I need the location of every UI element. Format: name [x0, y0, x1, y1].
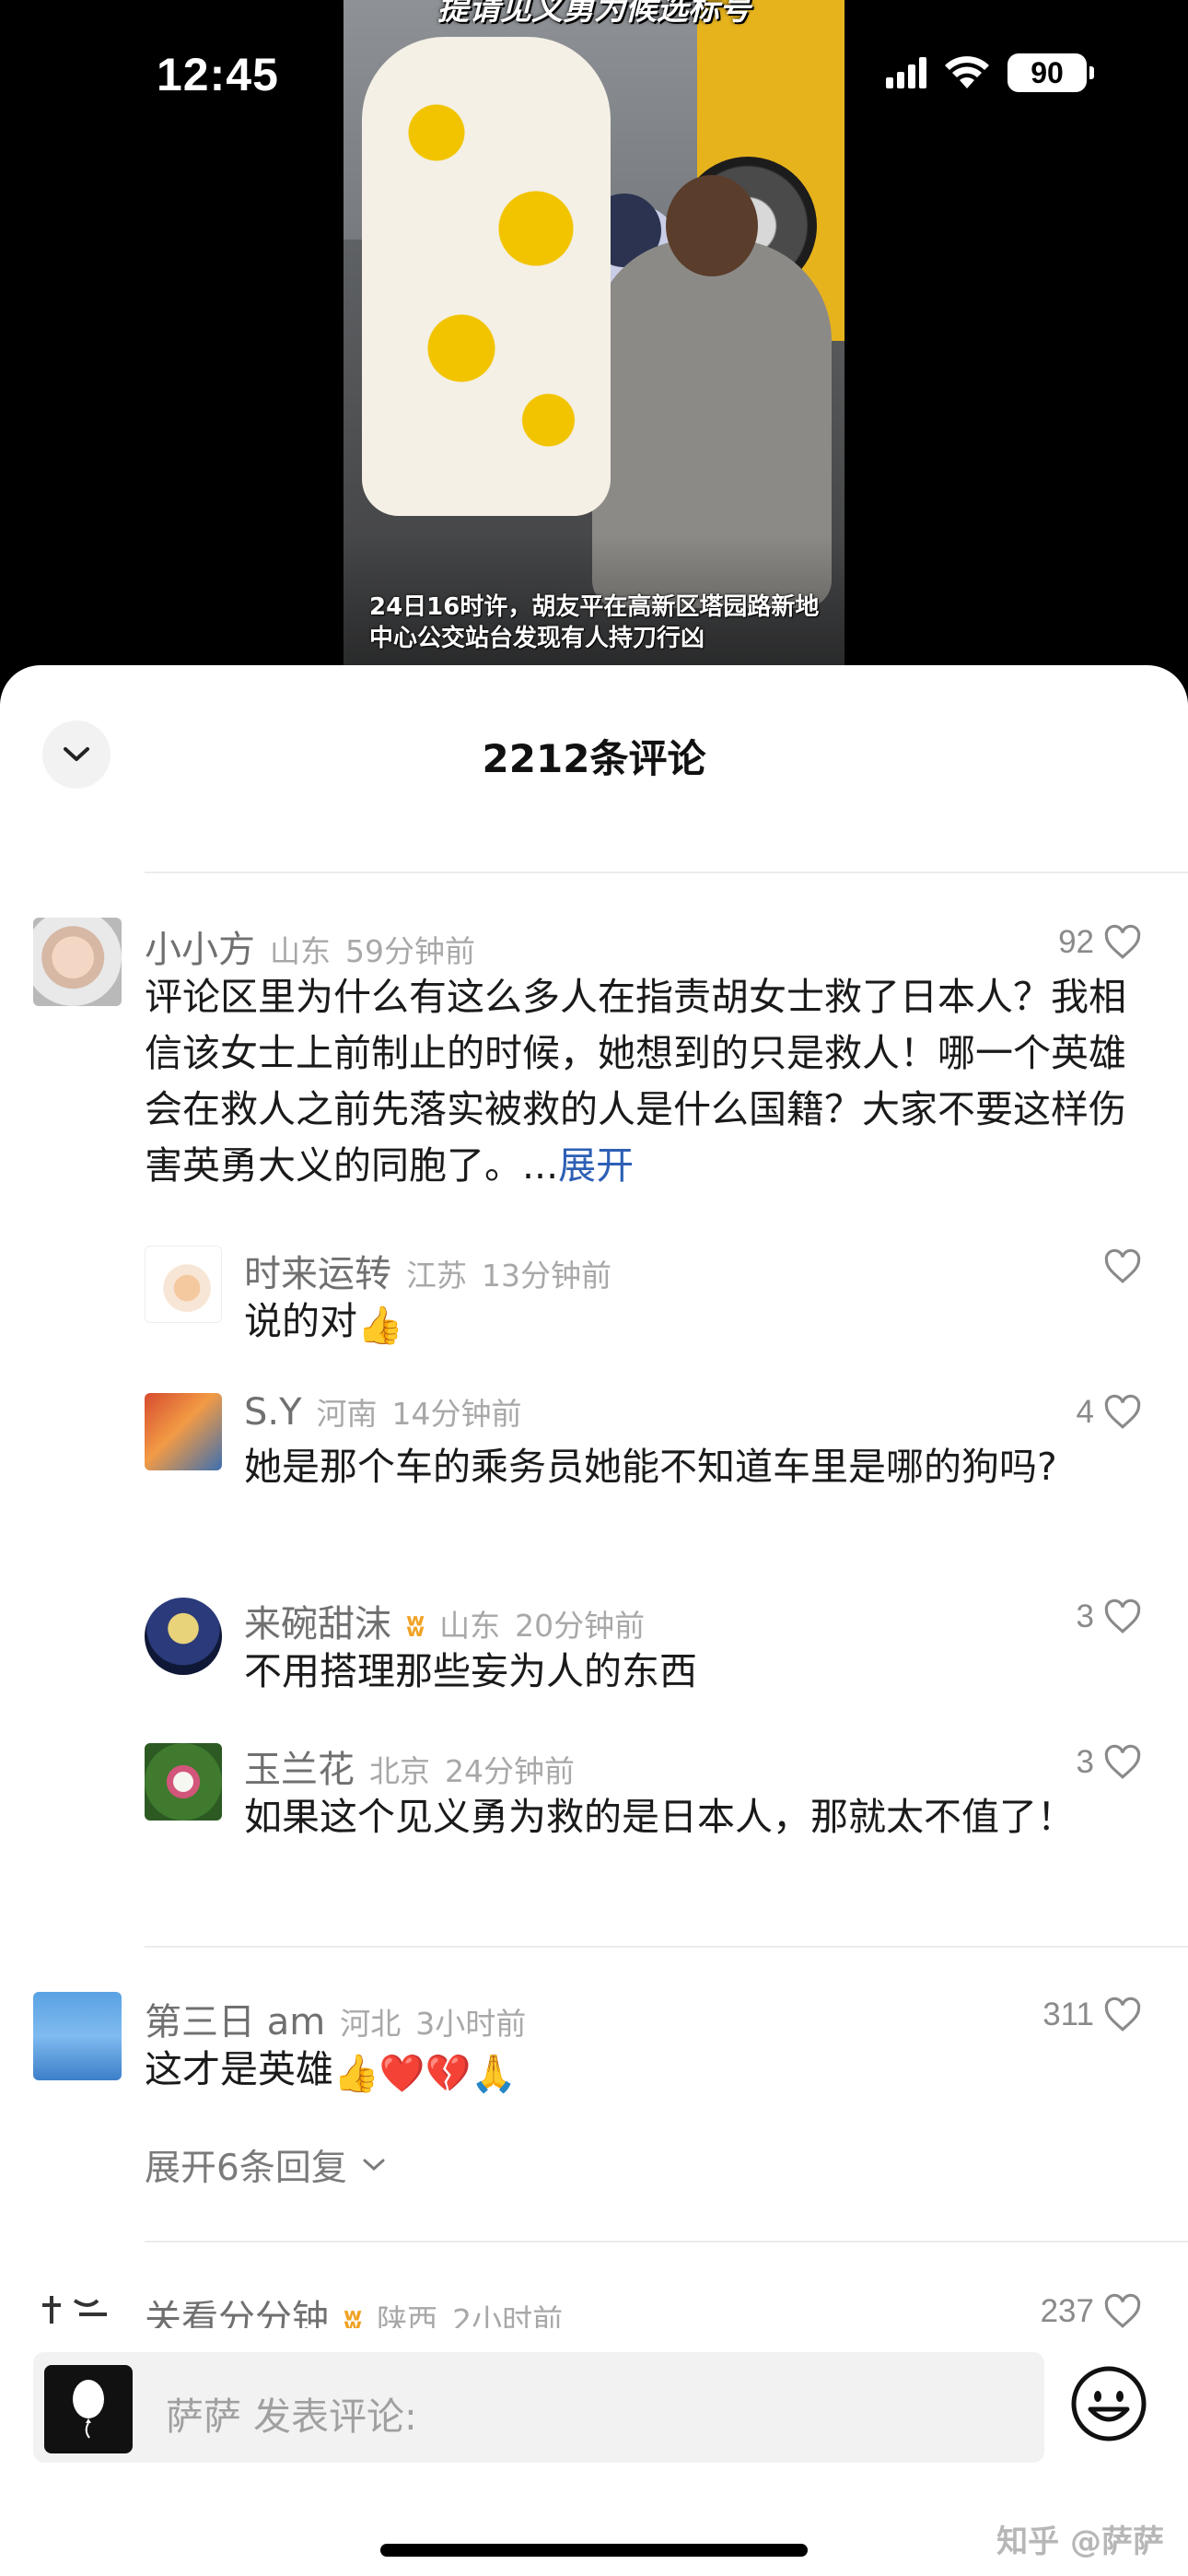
- home-indicator[interactable]: [380, 2544, 808, 2557]
- comment-author[interactable]: 小小方: [145, 919, 255, 973]
- reply-location: 河南: [316, 1396, 378, 1432]
- video-top-caption: 提请见义勇为候选标号: [437, 0, 751, 28]
- comment-text: 评论区里为什么有这么多人在指责胡女士救了日本人？我相信该女士上前制止的时候，她想…: [145, 969, 1139, 1194]
- video-subtitle: 24日16时许，胡友平在高新区塔园路新地中心公交站台发现有人持刀行凶: [369, 593, 820, 652]
- comment-location: 山东: [270, 933, 331, 969]
- like-button[interactable]: 3: [1077, 1743, 1142, 1782]
- expand-replies-button[interactable]: 展开6条回复: [145, 2139, 386, 2191]
- reply-meta: S.Y 河南 14分钟前: [244, 1389, 522, 1434]
- expand-replies-label: 展开6条回复: [145, 2148, 347, 2189]
- comment-input-placeholder: 萨萨 发表评论:: [166, 2395, 417, 2439]
- heart-icon: [1104, 1598, 1141, 1633]
- reply-text: 说的对👍: [244, 1294, 1128, 1354]
- reply-meta: 来碗甜沫 ʬ 山东 20分钟前: [244, 1594, 645, 1647]
- avatar[interactable]: [145, 1743, 222, 1821]
- expand-text-link[interactable]: 展开: [558, 1143, 634, 1188]
- heart-icon: [1104, 1996, 1141, 2032]
- comment-count-title: 2212条评论: [482, 736, 706, 781]
- avatar[interactable]: [145, 1246, 222, 1323]
- comment-sheet: 2212条评论 小小方 山东 59分钟前 92 评论区里为什么有这么多人在指责胡女…: [0, 665, 1188, 2576]
- avatar: [44, 2365, 133, 2453]
- like-count: 237: [1040, 2293, 1094, 2329]
- heart-icon: [1104, 1744, 1141, 1779]
- divider: [145, 2241, 1188, 2242]
- thumbs-up-icon: 👍: [357, 1305, 403, 1347]
- emoji-button[interactable]: [1070, 2365, 1147, 2442]
- video-scene-person: [362, 37, 611, 516]
- like-button[interactable]: 4: [1077, 1393, 1142, 1432]
- like-count: 92: [1058, 924, 1094, 960]
- video-scene-person-head: [666, 175, 758, 276]
- emoji-sequence: 👍❤️💔🙏: [333, 2053, 518, 2095]
- vip-badge-icon: ʬ: [406, 1608, 425, 1645]
- reply-text: 她是那个车的乘务员她能不知道车里是哪的狗吗?: [244, 1445, 1057, 1489]
- reply-location: 北京: [369, 1753, 430, 1789]
- comment-author[interactable]: 第三日 am: [145, 1992, 325, 2045]
- like-count: 3: [1076, 1744, 1094, 1780]
- reply-location: 山东: [439, 1608, 501, 1644]
- chevron-down-icon: [363, 2159, 385, 2172]
- comment-time: 59分钟前: [345, 933, 475, 969]
- comment-text: 这才是英雄👍❤️💔🙏: [145, 2042, 1139, 2102]
- avatar[interactable]: [145, 1598, 222, 1675]
- like-count: 4: [1076, 1394, 1094, 1430]
- wifi-icon: [945, 56, 989, 88]
- reply-time: 14分钟前: [391, 1396, 522, 1432]
- reply-author[interactable]: S.Y: [244, 1391, 302, 1434]
- reply-body: 说的对: [244, 1299, 357, 1343]
- comment-input[interactable]: 萨萨 发表评论:: [33, 2352, 1044, 2463]
- avatar[interactable]: [145, 1393, 222, 1470]
- balloon-icon: [73, 2380, 104, 2439]
- like-button[interactable]: 311: [1042, 1996, 1142, 2034]
- divider: [145, 1946, 1188, 1948]
- heart-icon: [1104, 1248, 1141, 1283]
- heart-icon: [1104, 1394, 1141, 1429]
- cellular-signal-icon: [886, 57, 926, 88]
- heart-icon: [1104, 2293, 1141, 2328]
- reply-time: 13分钟前: [482, 1258, 611, 1294]
- like-count: 311: [1042, 1996, 1094, 2032]
- avatar[interactable]: [33, 1992, 122, 2080]
- heart-icon: [1104, 924, 1141, 959]
- reply-time: 24分钟前: [445, 1753, 575, 1789]
- comment-meta: 小小方 山东 59分钟前: [145, 919, 475, 973]
- reply-location: 江苏: [406, 1258, 467, 1294]
- status-time: 12:45: [157, 49, 279, 100]
- comment-time: 3小时前: [415, 2006, 527, 2042]
- reply-text: 不用搭理那些妄为人的东西: [244, 1649, 697, 1693]
- comment-body: 评论区里为什么有这么多人在指责胡女士救了日本人？我相信该女士上前制止的时候，她想…: [145, 975, 1126, 1188]
- battery-indicator: 90: [1007, 53, 1094, 92]
- reply-text: 如果这个见义勇为救的是日本人，那就太不值了！: [244, 1795, 1075, 1839]
- like-count: 3: [1076, 1598, 1094, 1634]
- like-button[interactable]: 92: [1058, 923, 1142, 962]
- comment-body: 这才是英雄: [145, 2047, 333, 2091]
- watermark: 知乎 @萨萨: [996, 2523, 1164, 2560]
- avatar[interactable]: [33, 918, 122, 1006]
- video-player[interactable]: 提请见义勇为候选标号 24日16时许，胡友平在高新区塔园路新地中心公交站台发现有…: [344, 0, 844, 700]
- comment-location: 河北: [340, 2006, 402, 2042]
- reply-time: 20分钟前: [515, 1608, 646, 1644]
- divider: [145, 872, 1188, 873]
- reply-author[interactable]: 来碗甜沫: [244, 1594, 391, 1647]
- reply-author[interactable]: 时来运转: [244, 1244, 391, 1297]
- like-button[interactable]: 3: [1077, 1598, 1142, 1636]
- reply-meta: 玉兰花 北京 24分钟前: [244, 1739, 575, 1793]
- status-icons: 90: [886, 53, 1094, 92]
- reply-meta: 时来运转 江苏 13分钟前: [244, 1244, 611, 1297]
- comment-meta: 第三日 am 河北 3小时前: [145, 1992, 526, 2045]
- like-button[interactable]: 237: [1041, 2292, 1142, 2331]
- reply-author[interactable]: 玉兰花: [244, 1739, 355, 1793]
- like-button[interactable]: [1094, 1247, 1142, 1286]
- comment-input-bar: 萨萨 发表评论: 知乎 @萨萨: [0, 2328, 1188, 2576]
